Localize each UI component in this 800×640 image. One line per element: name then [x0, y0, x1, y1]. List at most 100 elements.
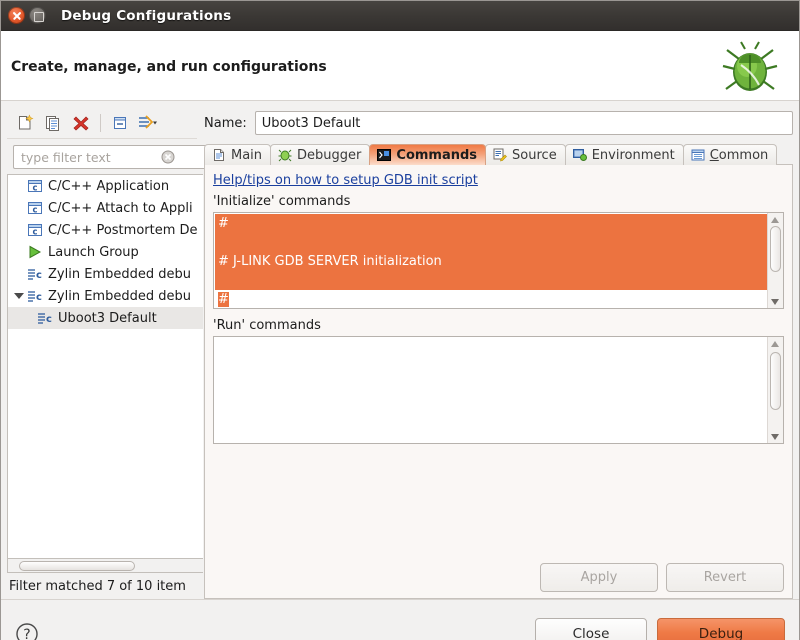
configuration-editor-panel: Name: Main Debugger Commands Source Environm… — [202, 107, 793, 599]
tab-debugger[interactable]: Debugger — [270, 144, 371, 165]
initialize-commands-label: 'Initialize' commands — [213, 194, 351, 209]
new-launch-configuration-icon[interactable] — [13, 111, 37, 135]
revert-button[interactable]: Revert — [666, 563, 784, 592]
configuration-tabs[interactable]: Main Debugger Commands Source Environment Com… — [204, 143, 793, 165]
tree-item-c-c-application[interactable]: c C/C++ Application — [8, 175, 203, 197]
maximize-window-icon[interactable] — [29, 7, 46, 24]
tree-item-zylin-embedded-debu[interactable]: c Zylin Embedded debu — [8, 263, 203, 285]
svg-text:c: c — [36, 270, 42, 281]
debug-configurations-window: Debug Configurations Create, manage, and… — [0, 0, 800, 640]
scroll-down-icon[interactable] — [770, 297, 781, 306]
delete-launch-configuration-icon[interactable] — [69, 111, 93, 135]
tab-source[interactable]: Source — [485, 144, 566, 165]
gdb-init-help-link[interactable]: Help/tips on how to setup GDB init scrip… — [213, 173, 478, 188]
tab-commands[interactable]: Commands — [369, 144, 487, 165]
tree-item-launch-group[interactable]: Launch Group — [8, 241, 203, 263]
scroll-up-icon[interactable] — [770, 339, 781, 348]
tab-label: Environment — [591, 147, 675, 163]
common-tab-icon — [690, 147, 706, 163]
tree-item-zylin-embedded-debu[interactable]: c Zylin Embedded debu — [8, 285, 203, 307]
page-title: Create, manage, and run configurations — [11, 59, 327, 75]
duplicate-launch-configuration-icon[interactable] — [41, 111, 65, 135]
bug-icon — [722, 41, 778, 91]
tab-label: Source — [512, 147, 557, 163]
name-row: Name: — [204, 107, 793, 135]
scroll-down-icon[interactable] — [770, 432, 781, 441]
tree-item-label: Zylin Embedded debu — [48, 288, 191, 304]
close-button[interactable]: Close — [535, 617, 647, 640]
zylin-icon: c — [26, 288, 44, 304]
help-icon[interactable]: ? — [15, 622, 39, 640]
tab-label: Common — [709, 147, 769, 163]
initialize-commands-scrollbar[interactable] — [767, 213, 783, 308]
collapse-all-icon[interactable] — [108, 111, 132, 135]
run-commands-scrollbar[interactable] — [767, 337, 783, 443]
cpp-attach-icon: c — [26, 200, 44, 216]
tree-horizontal-scrollbar-thumb[interactable] — [19, 560, 135, 571]
run-commands-label: 'Run' commands — [213, 318, 321, 333]
text-line: # — [215, 214, 767, 233]
apply-revert-row: Apply Revert — [213, 555, 784, 592]
window-title: Debug Configurations — [61, 7, 232, 24]
source-tab-icon — [492, 147, 508, 163]
tree-horizontal-scrollbar[interactable] — [7, 559, 203, 573]
scroll-up-icon[interactable] — [770, 215, 781, 224]
text-line — [215, 271, 767, 290]
zylin-icon: c — [26, 266, 44, 282]
expand-twisty-icon[interactable] — [12, 289, 26, 303]
launch-configurations-tree[interactable]: c C/C++ Application c C/C++ Attach to Appli… — [7, 174, 203, 559]
tree-item-label: Zylin Embedded debu — [48, 266, 191, 282]
text-line — [215, 233, 767, 252]
svg-text:c: c — [46, 314, 52, 325]
svg-text:c: c — [32, 206, 37, 216]
debug-button[interactable]: Debug — [657, 617, 785, 640]
left-panel-toolbar — [7, 107, 197, 139]
cpp-postmortem-icon: c — [26, 222, 44, 238]
commands-tab-panel: Help/tips on how to setup GDB init scrip… — [204, 164, 793, 599]
launch-group-icon — [26, 244, 44, 260]
title-bar: Debug Configurations — [1, 1, 799, 31]
svg-text:?: ? — [23, 627, 30, 640]
filter-input[interactable] — [13, 145, 208, 169]
debugger-tab-icon — [277, 147, 293, 163]
apply-button[interactable]: Apply — [540, 563, 658, 592]
svg-text:c: c — [36, 292, 42, 303]
zylin-icon: c — [36, 310, 54, 326]
tree-item-c-c-postmortem-de[interactable]: c C/C++ Postmortem De — [8, 219, 203, 241]
tree-item-label: C/C++ Attach to Appli — [48, 200, 193, 216]
environment-tab-icon — [572, 147, 588, 163]
header-banner: Create, manage, and run configurations — [1, 31, 799, 101]
clear-filter-icon[interactable] — [161, 150, 175, 164]
tab-main[interactable]: Main — [204, 144, 272, 165]
svg-text:c: c — [32, 228, 37, 238]
tab-label: Debugger — [297, 147, 362, 163]
filter-launch-configurations-icon[interactable] — [136, 111, 160, 135]
toolbar-separator — [100, 113, 101, 132]
run-scrollbar-thumb[interactable] — [770, 352, 781, 410]
tab-common[interactable]: Common — [682, 144, 778, 165]
main-tab-icon — [211, 147, 227, 163]
launch-configurations-panel: c C/C++ Application c C/C++ Attach to Appli… — [7, 107, 208, 599]
text-line: # J-LINK GDB SERVER initialization — [215, 252, 767, 271]
initialize-commands-field[interactable]: # # J-LINK GDB SERVER initialization # — [213, 212, 784, 309]
tree-item-label: Launch Group — [48, 244, 139, 260]
configuration-name-input[interactable] — [254, 111, 793, 135]
filter-field-wrapper — [13, 145, 208, 169]
run-commands-text[interactable] — [214, 337, 767, 443]
tree-item-uboot3-default[interactable]: c Uboot3 Default — [8, 307, 203, 329]
filter-status-text: Filter matched 7 of 10 item — [9, 578, 186, 594]
tree-item-label: C/C++ Application — [48, 178, 170, 194]
dialog-footer: ? Close Debug — [1, 599, 799, 640]
run-commands-field[interactable] — [213, 336, 784, 444]
tree-item-c-c-attach-to-appli[interactable]: c C/C++ Attach to Appli — [8, 197, 203, 219]
tab-environment[interactable]: Environment — [564, 144, 684, 165]
initialize-commands-text[interactable]: # # J-LINK GDB SERVER initialization # — [214, 213, 767, 308]
commands-tab-icon — [376, 147, 392, 163]
close-window-icon[interactable] — [8, 7, 25, 24]
initialize-scrollbar-thumb[interactable] — [770, 226, 781, 272]
